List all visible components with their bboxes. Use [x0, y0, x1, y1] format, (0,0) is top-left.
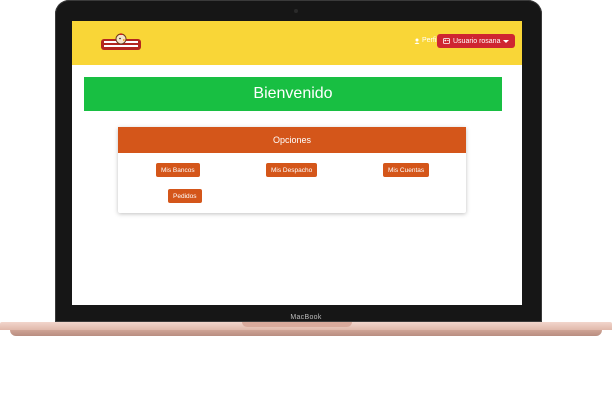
perfil-label: Perfil — [422, 37, 438, 44]
pedidos-button[interactable]: Pedidos — [168, 189, 202, 203]
welcome-banner: Bienvenido — [84, 77, 502, 111]
user-name-label: Usuario rosana — [453, 37, 501, 45]
caret-down-icon — [503, 39, 510, 43]
laptop-bottom — [10, 330, 602, 336]
camera-icon — [294, 9, 298, 13]
top-navbar: Perfil Usuario rosana — [72, 21, 522, 65]
user-icon — [414, 38, 420, 44]
id-card-icon — [443, 38, 450, 44]
mis-despacho-button[interactable]: Mis Despacho — [266, 163, 318, 177]
perfil-link[interactable]: Perfil — [414, 37, 438, 44]
options-title: Opciones — [272, 135, 312, 145]
restaurant-chicken-logo[interactable] — [100, 33, 142, 53]
options-card: Opciones Mis Bancos Mis Despacho Mis Cue… — [118, 127, 466, 213]
app-screen: Perfil Usuario rosana Bienvenido Opcione… — [72, 21, 522, 305]
device-brand-label: MacBook — [290, 314, 322, 321]
user-dropdown-button[interactable]: Usuario rosana — [437, 34, 516, 48]
welcome-title: Bienvenido — [253, 85, 333, 102]
laptop-notch — [242, 322, 352, 327]
mis-cuentas-button[interactable]: Mis Cuentas — [383, 163, 430, 177]
mis-bancos-button[interactable]: Mis Bancos — [156, 163, 200, 177]
options-card-header: Opciones — [118, 127, 466, 153]
